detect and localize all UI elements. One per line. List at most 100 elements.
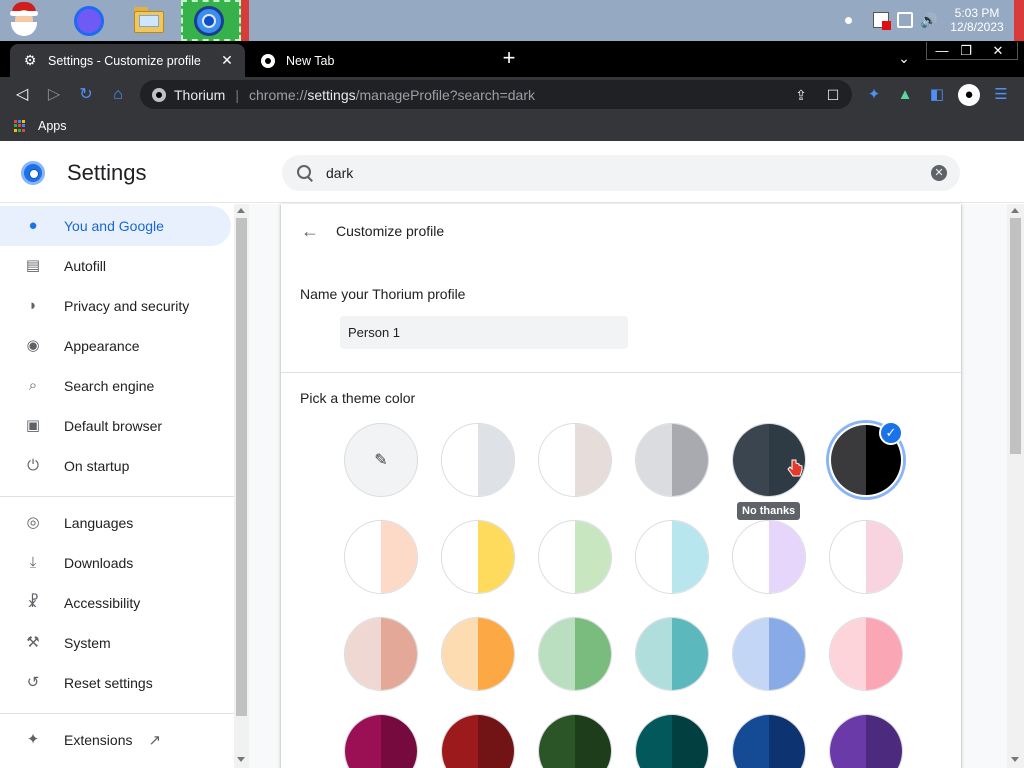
- external-link-icon: ↗: [148, 732, 162, 749]
- close-window-button[interactable]: ✕: [984, 42, 1012, 60]
- theme-color-swatch[interactable]: [538, 714, 612, 768]
- volume-icon[interactable]: 🔊: [920, 12, 937, 28]
- sidebar-item-search-engine[interactable]: ⌕ Search engine: [0, 366, 231, 406]
- theme-color-swatch[interactable]: [829, 617, 903, 691]
- theme-color-swatch[interactable]: [635, 423, 709, 497]
- theme-color-swatch[interactable]: [635, 520, 709, 594]
- theme-color-swatch[interactable]: [538, 617, 612, 691]
- file-explorer-icon[interactable]: [131, 2, 167, 38]
- theme-color-swatch[interactable]: [829, 714, 903, 768]
- sidebar-item-on-startup[interactable]: ⏻ On startup: [0, 446, 231, 486]
- theme-color-swatch[interactable]: [732, 714, 806, 768]
- theme-color-swatch[interactable]: [441, 520, 515, 594]
- sidebar-item-privacy[interactable]: ◗ Privacy and security: [0, 286, 231, 326]
- theme-color-swatch[interactable]: [635, 714, 709, 768]
- theme-color-swatch[interactable]: [538, 423, 612, 497]
- sidebar-item-system[interactable]: ⚒ System: [0, 623, 231, 663]
- settings-sidebar: ● You and Google ▤ Autofill ◗ Privacy an…: [0, 204, 234, 768]
- new-tab-button[interactable]: +: [497, 46, 521, 70]
- media-app-icon[interactable]: [72, 2, 108, 38]
- sidebar-scroll-thumb[interactable]: [236, 218, 247, 716]
- tab-settings[interactable]: ⚙ Settings - Customize profile ✕: [10, 44, 245, 77]
- extensions-puzzle-icon[interactable]: ✦: [863, 84, 885, 106]
- sidebar-item-autofill[interactable]: ▤ Autofill: [0, 246, 231, 286]
- gear-icon: ⚙: [23, 52, 37, 68]
- tab-new-tab[interactable]: New Tab: [250, 44, 482, 77]
- globe-icon: ◎: [26, 514, 40, 531]
- menu-icon[interactable]: ☰: [990, 84, 1012, 106]
- profile-name-input[interactable]: [340, 316, 628, 349]
- back-button[interactable]: ◁: [11, 84, 33, 106]
- sidebar-item-languages[interactable]: ◎ Languages: [0, 503, 231, 543]
- power-icon: ⏻: [27, 457, 39, 474]
- theme-color-swatch[interactable]: [441, 423, 515, 497]
- theme-color-swatch[interactable]: [344, 520, 418, 594]
- profile-name-label: Name your Thorium profile: [300, 286, 466, 302]
- settings-search-input[interactable]: dark ✕: [282, 155, 960, 191]
- sidebar-item-reset-settings[interactable]: ↺ Reset settings: [0, 663, 231, 703]
- profile-avatar-icon[interactable]: ●: [958, 84, 980, 106]
- theme-color-swatch[interactable]: [538, 520, 612, 594]
- settings-page: Settings dark ✕ ● You and Google ▤ Autof…: [0, 141, 1024, 768]
- theme-color-swatch[interactable]: [344, 714, 418, 768]
- theme-color-swatch[interactable]: [732, 520, 806, 594]
- thorium-taskbar-icon[interactable]: [181, 0, 241, 41]
- tab-title: New Tab: [286, 53, 335, 68]
- url-text: chrome://settings/manageProfile?search=d…: [249, 86, 535, 103]
- mouse-pointer-icon: [786, 459, 804, 477]
- swatch-tooltip: No thanks: [737, 502, 801, 520]
- theme-color-swatch[interactable]: [441, 714, 515, 768]
- santa-app-icon[interactable]: [6, 2, 42, 38]
- address-bar[interactable]: Thorium | chrome://settings/manageProfil…: [140, 80, 852, 109]
- main-scrollbar[interactable]: [1007, 204, 1024, 768]
- custom-color-picker-swatch[interactable]: ✎: [344, 423, 418, 497]
- search-icon: ⌕: [28, 377, 38, 394]
- page-title: Settings: [67, 160, 147, 185]
- sidebar-item-extensions[interactable]: ✦ Extensions ↗: [0, 720, 231, 760]
- share-icon[interactable]: ⇪: [792, 86, 810, 104]
- sidebar-item-accessibility[interactable]: ☧ Accessibility: [0, 583, 231, 623]
- home-button[interactable]: ⌂: [107, 84, 129, 106]
- chrome-icon: [260, 53, 276, 69]
- action-center-flag-icon[interactable]: [873, 12, 891, 30]
- thorium-icon: [152, 87, 166, 102]
- theme-color-swatch[interactable]: [441, 617, 515, 691]
- back-arrow-icon[interactable]: ←: [300, 221, 320, 241]
- clear-search-icon[interactable]: ✕: [931, 165, 947, 181]
- tab-search-chevron-icon[interactable]: ⌄: [893, 50, 915, 68]
- theme-color-swatch[interactable]: [635, 617, 709, 691]
- sidebar-item-downloads[interactable]: ⤓ Downloads: [0, 543, 231, 583]
- main-scroll-thumb[interactable]: [1010, 218, 1021, 454]
- flask-icon[interactable]: ▲: [894, 84, 916, 106]
- puzzle-icon: ✦: [26, 731, 40, 748]
- theme-color-label: Pick a theme color: [300, 390, 416, 406]
- forward-button[interactable]: ▷: [43, 84, 65, 106]
- theme-color-swatch[interactable]: [829, 520, 903, 594]
- download-icon: ⤓: [29, 554, 37, 571]
- reload-button[interactable]: ↻: [75, 84, 97, 106]
- customize-profile-card: ← Customize profile Name your Thorium pr…: [281, 204, 961, 768]
- search-value: dark: [326, 165, 354, 181]
- sidebar-item-you-and-google[interactable]: ● You and Google: [0, 206, 231, 246]
- bookmarks-bar: Apps: [0, 112, 1024, 141]
- apps-grid-icon[interactable]: [14, 120, 26, 132]
- sidebar-item-appearance[interactable]: ◉ Appearance: [0, 326, 231, 366]
- network-icon[interactable]: [897, 12, 913, 28]
- eyedropper-icon: ✎: [374, 452, 388, 469]
- site-chip[interactable]: Thorium: [152, 87, 225, 103]
- side-panel-icon[interactable]: ◧: [926, 84, 948, 106]
- theme-color-swatch[interactable]: [732, 617, 806, 691]
- apps-bookmark[interactable]: Apps: [38, 119, 67, 133]
- accessibility-icon: ☧: [27, 594, 39, 611]
- theme-color-swatch[interactable]: [344, 617, 418, 691]
- sidebar-scrollbar[interactable]: [234, 204, 249, 768]
- browser-window-icon: ▣: [25, 417, 41, 434]
- sidebar-item-default-browser[interactable]: ▣ Default browser: [0, 406, 231, 446]
- palette-icon: ◉: [26, 337, 40, 354]
- close-tab-icon[interactable]: ✕: [219, 52, 235, 68]
- os-taskbar: 🔊 5:03 PM 12/8/2023: [0, 0, 1024, 41]
- settings-header: Settings dark ✕: [0, 141, 1024, 203]
- system-clock[interactable]: 5:03 PM 12/8/2023: [944, 6, 1010, 34]
- bookmark-icon[interactable]: ☐: [824, 86, 842, 104]
- restore-button[interactable]: ❐: [952, 42, 980, 60]
